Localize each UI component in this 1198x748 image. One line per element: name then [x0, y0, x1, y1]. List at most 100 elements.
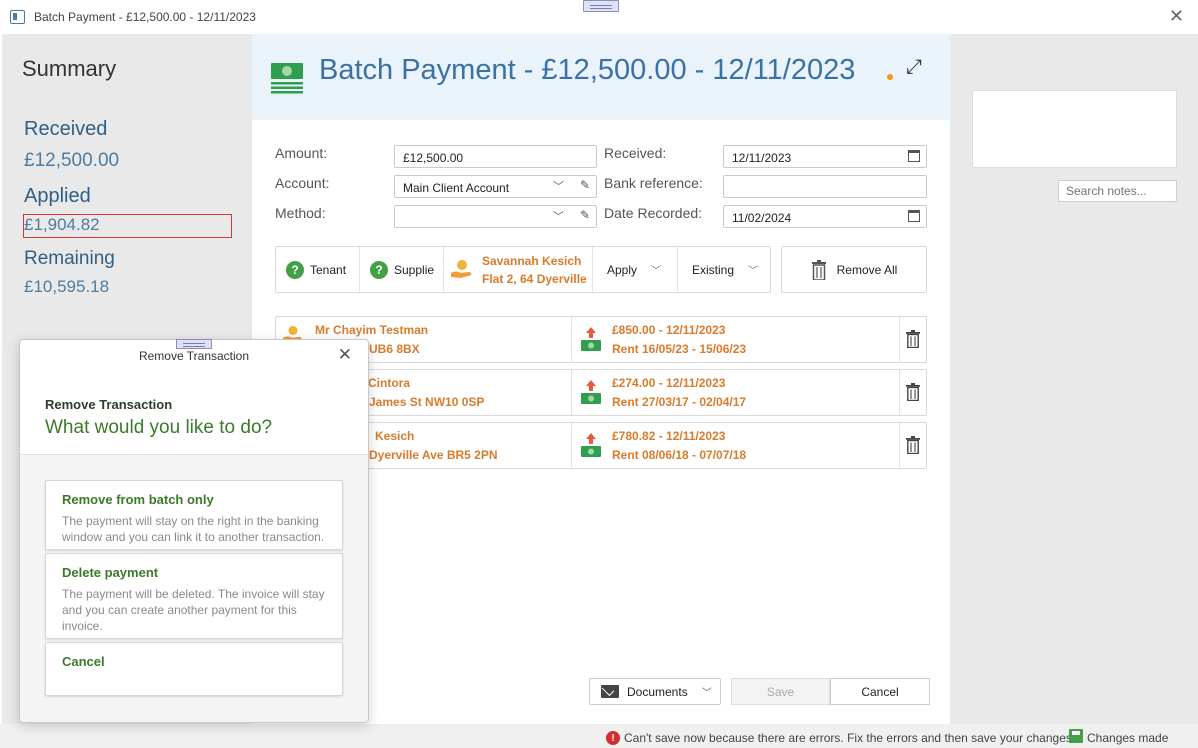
- option-title: Delete payment: [62, 565, 159, 580]
- bank-reference-field[interactable]: [723, 175, 927, 198]
- account-value: Main Client Account: [403, 181, 510, 195]
- transaction-row[interactable]: Cintora James St NW10 0SP £274.00 - 12/1…: [275, 369, 927, 416]
- changes-status: Changes made: [1087, 731, 1169, 745]
- contact-address: Flat 2, 64 Dyerville: [482, 271, 587, 286]
- notes-panel: [950, 34, 1198, 724]
- account-label: Account:: [275, 175, 330, 191]
- cancel-option[interactable]: Cancel: [45, 642, 343, 696]
- page-header: Batch Payment - £12,500.00 - 12/11/2023 …: [252, 34, 950, 120]
- envelope-icon: [601, 685, 619, 698]
- documents-button[interactable]: Documents ﹀: [589, 678, 721, 705]
- received-date-value: 12/11/2023: [732, 151, 792, 165]
- summary-heading: Summary: [22, 56, 117, 81]
- supplier-label: Supplie: [394, 262, 435, 277]
- window-close-icon[interactable]: ✕: [1169, 6, 1184, 27]
- dialog-close-icon[interactable]: ✕: [338, 345, 352, 365]
- money-icon: [271, 63, 303, 94]
- contact-name: Savannah Kesich: [482, 253, 582, 268]
- payment-out-icon: [581, 327, 601, 351]
- dialog-heading: Remove Transaction: [45, 397, 173, 412]
- contact-selector[interactable]: Savannah Kesich Flat 2, 64 Dyerville: [444, 247, 593, 292]
- transaction-period: Rent 16/05/23 - 15/06/23: [612, 342, 747, 356]
- option-description: The payment will be deleted. The invoice…: [62, 587, 325, 633]
- transaction-payment-cell[interactable]: £274.00 - 12/11/2023 Rent 27/03/17 - 02/…: [572, 370, 900, 415]
- trash-icon: [811, 259, 826, 280]
- drag-handle-icon[interactable]: [583, 0, 619, 12]
- transaction-amount: £274.00 - 12/11/2023: [612, 376, 726, 390]
- calendar-icon[interactable]: [908, 150, 920, 162]
- option-description: The payment will stay on the right in th…: [62, 514, 325, 544]
- dialog-options: Remove from batch only The payment will …: [20, 455, 368, 722]
- remove-all-button[interactable]: Remove All: [781, 246, 927, 293]
- chevron-down-icon[interactable]: ﹀: [553, 208, 564, 224]
- error-icon: !: [606, 731, 620, 745]
- delete-row-icon[interactable]: [906, 436, 920, 454]
- chevron-down-icon: ﹀: [651, 266, 662, 277]
- cancel-button[interactable]: Cancel: [830, 678, 930, 705]
- pencil-icon[interactable]: ✎: [580, 178, 590, 192]
- applied-label: Applied: [24, 185, 91, 207]
- method-select[interactable]: ﹀ ✎: [394, 205, 597, 228]
- pencil-icon[interactable]: ✎: [580, 208, 590, 222]
- hand-coin-icon: [451, 259, 472, 278]
- remove-transaction-dialog: Remove Transaction ✕ Remove Transaction …: [19, 339, 369, 723]
- transaction-amount: £850.00 - 12/11/2023: [612, 323, 726, 337]
- transaction-row[interactable]: Kesich Dyerville Ave BR5 2PN £780.82 - 1…: [275, 422, 927, 469]
- existing-dropdown[interactable]: Existing ﹀: [678, 247, 770, 292]
- transaction-period: Rent 08/06/18 - 07/07/18: [612, 448, 747, 462]
- remove-all-label: Remove All: [836, 262, 898, 277]
- documents-label: Documents: [627, 684, 688, 699]
- transaction-address: James St NW10 0SP: [369, 395, 485, 409]
- date-recorded-label: Date Recorded:: [604, 205, 703, 221]
- amount-field[interactable]: £12,500.00: [394, 145, 597, 168]
- applied-value: £1,904.82: [24, 215, 100, 234]
- expand-icon[interactable]: ⤢: [906, 56, 922, 79]
- apply-dropdown[interactable]: Apply ﹀: [593, 247, 678, 292]
- transaction-payment-cell[interactable]: £780.82 - 12/11/2023 Rent 08/06/18 - 07/…: [572, 423, 900, 468]
- date-recorded-value: 11/02/2024: [732, 211, 792, 225]
- notes-search-input[interactable]: [1058, 180, 1177, 202]
- account-select[interactable]: Main Client Account ﹀ ✎: [394, 175, 597, 198]
- received-value: £12,500.00: [24, 150, 120, 171]
- question-icon: ?: [370, 260, 388, 279]
- supplier-button[interactable]: ? Supplie: [360, 247, 444, 292]
- received-label: Received: [24, 118, 108, 140]
- app-icon: [10, 10, 25, 24]
- transaction-name: Mr Chayim Testman: [315, 323, 429, 337]
- chevron-down-icon: ﹀: [748, 266, 759, 277]
- payment-out-icon: [581, 380, 601, 404]
- save-button[interactable]: Save: [731, 678, 830, 705]
- received-date-label: Received:: [604, 145, 667, 161]
- bank-reference-label: Bank reference:: [604, 175, 703, 191]
- amount-label: Amount:: [275, 145, 328, 161]
- delete-payment-option[interactable]: Delete payment The payment will be delet…: [45, 553, 343, 639]
- unsaved-dot-icon: [887, 74, 893, 80]
- transaction-name: Kesich: [375, 429, 415, 443]
- delete-row-icon[interactable]: [906, 383, 920, 401]
- page-title: Batch Payment - £12,500.00 - 12/11/2023: [319, 54, 856, 86]
- notes-textarea[interactable]: [972, 90, 1177, 168]
- date-recorded-field[interactable]: 11/02/2024: [723, 205, 927, 228]
- option-title: Cancel: [62, 654, 105, 669]
- tenant-button[interactable]: ? Tenant: [276, 247, 360, 292]
- transaction-address: UB6 8BX: [369, 342, 420, 356]
- received-date-field[interactable]: 12/11/2023: [723, 145, 927, 168]
- transaction-row[interactable]: Mr Chayim Testman UB6 8BX £850.00 - 12/1…: [275, 316, 927, 363]
- remaining-label: Remaining: [24, 248, 115, 269]
- payment-out-icon: [581, 433, 601, 457]
- chevron-down-icon: ﹀: [701, 688, 712, 699]
- transaction-amount: £780.82 - 12/11/2023: [612, 429, 726, 443]
- transaction-payment-cell[interactable]: £850.00 - 12/11/2023 Rent 16/05/23 - 15/…: [572, 317, 900, 362]
- calendar-icon[interactable]: [908, 210, 920, 222]
- window-title: Batch Payment - £12,500.00 - 12/11/2023: [34, 10, 256, 24]
- delete-row-icon[interactable]: [906, 330, 920, 348]
- transaction-period: Rent 27/03/17 - 02/04/17: [612, 395, 747, 409]
- chevron-down-icon[interactable]: ﹀: [553, 178, 564, 194]
- existing-label: Existing: [692, 262, 735, 277]
- remaining-value: £10,595.18: [24, 277, 110, 296]
- apply-label: Apply: [607, 262, 638, 277]
- method-label: Method:: [275, 205, 326, 221]
- save-disk-icon: [1069, 729, 1083, 743]
- remove-from-batch-option[interactable]: Remove from batch only The payment will …: [45, 480, 343, 550]
- dialog-drag-handle-icon[interactable]: [176, 339, 212, 349]
